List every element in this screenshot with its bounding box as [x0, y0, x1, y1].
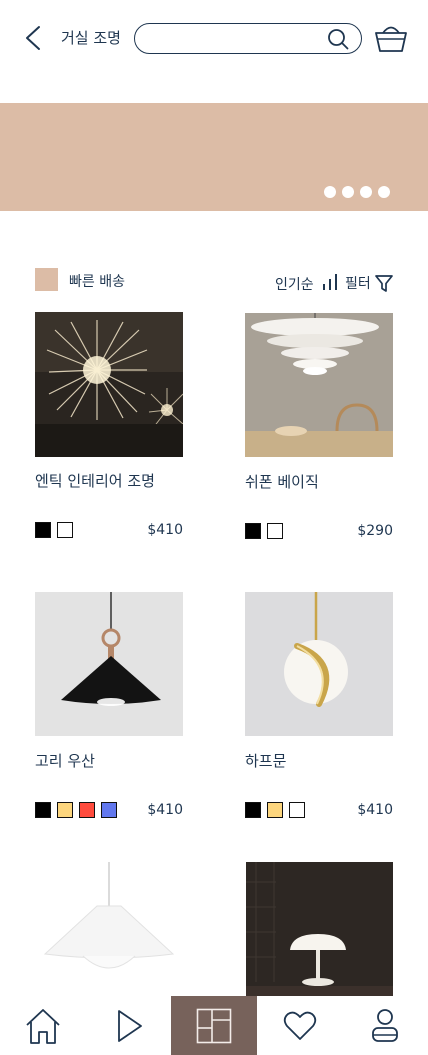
search-icon[interactable] [327, 28, 349, 50]
sort-button[interactable]: 인기순 [275, 274, 314, 294]
product-image-dandelion-lamp[interactable] [35, 312, 183, 457]
carousel-dot[interactable] [378, 186, 390, 198]
nav-home[interactable] [0, 996, 86, 1055]
product-price: $410 [147, 522, 183, 538]
product-name[interactable]: 쉬폰 베이직 [245, 471, 319, 492]
product-name[interactable]: 고리 우산 [35, 750, 95, 771]
product-image-white-dome-lamp[interactable] [35, 862, 183, 1007]
promo-banner[interactable] [0, 103, 428, 211]
color-swatch[interactable] [267, 523, 283, 539]
search-box[interactable] [134, 23, 362, 54]
nav-play[interactable] [86, 996, 172, 1055]
product-name[interactable]: 엔틱 인테리어 조명 [35, 470, 155, 491]
bottom-navigation [0, 996, 428, 1055]
back-arrow-icon[interactable] [22, 24, 44, 52]
heart-icon [283, 1011, 317, 1040]
color-swatch[interactable] [245, 523, 261, 539]
color-swatch[interactable] [35, 522, 51, 538]
color-swatch[interactable] [245, 802, 261, 818]
category-grid-icon [196, 1008, 232, 1043]
basket-icon[interactable] [374, 22, 408, 54]
color-swatches [35, 522, 73, 538]
color-swatches [245, 523, 283, 539]
user-icon [372, 1008, 398, 1042]
page-title: 거실 조명 [61, 29, 121, 47]
product-price: $290 [357, 523, 393, 539]
nav-wishlist[interactable] [257, 996, 343, 1055]
color-swatch[interactable] [57, 802, 73, 818]
carousel-dots[interactable] [324, 186, 390, 198]
fast-delivery-label[interactable]: 빠른 배송 [69, 271, 125, 291]
color-swatch[interactable] [35, 802, 51, 818]
top-bar: 거실 조명 [0, 0, 428, 78]
carousel-dot[interactable] [360, 186, 372, 198]
color-swatches [35, 802, 117, 818]
product-image-ring-umbrella-lamp[interactable] [35, 592, 183, 737]
carousel-dot[interactable] [324, 186, 336, 198]
color-swatch[interactable] [57, 522, 73, 538]
product-price: $410 [357, 802, 393, 818]
color-swatches [245, 802, 305, 818]
product-image-mushroom-table-lamp[interactable] [246, 862, 394, 1007]
filter-bar: 빠른 배송 인기순 필터 [0, 266, 428, 294]
search-input[interactable] [147, 29, 322, 49]
filter-button[interactable]: 필터 [345, 273, 371, 293]
nav-category[interactable] [171, 996, 257, 1055]
nav-profile[interactable] [342, 996, 428, 1055]
product-price: $410 [147, 802, 183, 818]
carousel-dot[interactable] [342, 186, 354, 198]
color-swatch[interactable] [79, 802, 95, 818]
color-swatch[interactable] [267, 802, 283, 818]
sort-bars-icon[interactable] [322, 273, 338, 291]
color-swatch[interactable] [289, 802, 305, 818]
fast-delivery-checkbox[interactable] [35, 268, 58, 291]
filter-funnel-icon[interactable] [375, 275, 393, 292]
color-swatch[interactable] [101, 802, 117, 818]
product-image-half-moon-lamp[interactable] [245, 592, 393, 737]
home-icon [26, 1008, 60, 1044]
play-icon [118, 1009, 142, 1042]
product-image-layered-pendant[interactable] [245, 313, 393, 458]
product-name[interactable]: 하프문 [245, 750, 286, 771]
